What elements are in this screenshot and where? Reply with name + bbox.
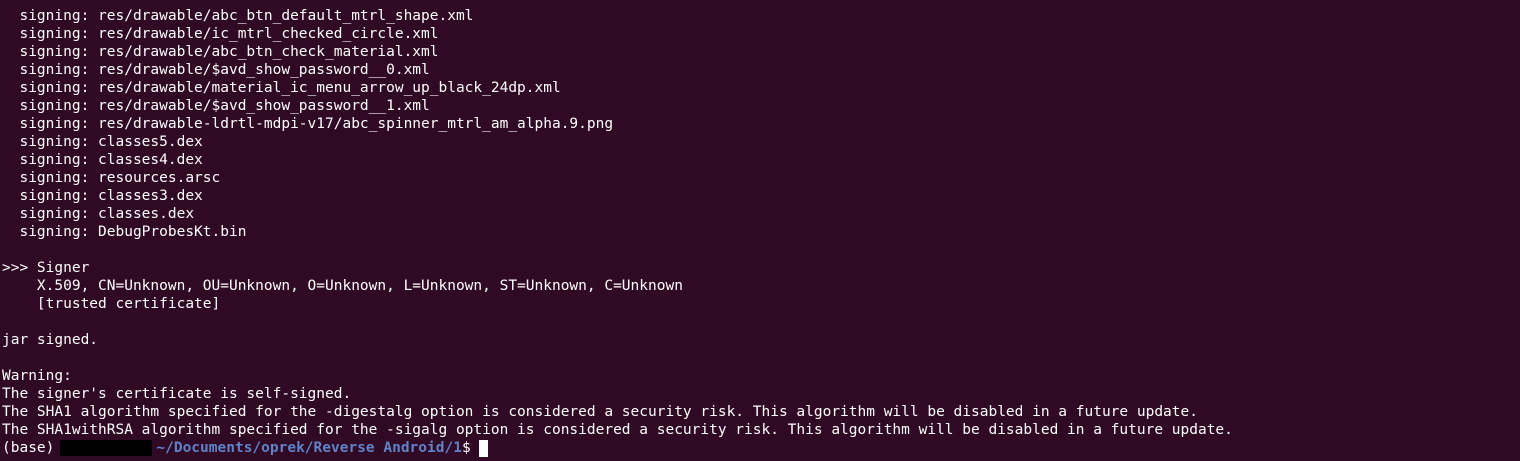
output-line: signing: classes.dex xyxy=(2,206,195,222)
output-line: signing: res/drawable/$avd_show_password… xyxy=(2,98,430,114)
output-line: The SHA1 algorithm specified for the -di… xyxy=(2,404,1198,420)
output-line: signing: DebugProbesKt.bin xyxy=(2,224,247,240)
shell-prompt[interactable]: (base) ~/Documents/oprek/Reverse Android/… xyxy=(2,439,1518,457)
terminal-output: signing: res/drawable/abc_btn_default_mt… xyxy=(2,7,1518,457)
output-line: [trusted certificate] xyxy=(2,296,221,312)
output-line: Warning: xyxy=(2,368,72,384)
output-line: signing: classes3.dex xyxy=(2,188,203,204)
output-line: signing: res/drawable/abc_btn_check_mate… xyxy=(2,44,439,60)
output-line: jar signed. xyxy=(2,332,99,348)
output-line: The SHA1withRSA algorithm specified for … xyxy=(2,422,1233,438)
conda-env-label: (base) xyxy=(2,440,55,456)
prompt-path: ~/Documents/oprek/Reverse Android/1 xyxy=(156,440,462,456)
output-line: signing: resources.arsc xyxy=(2,170,221,186)
output-line: signing: res/drawable/material_ic_menu_a… xyxy=(2,80,561,96)
output-line: signing: res/drawable/ic_mtrl_checked_ci… xyxy=(2,26,439,42)
output-line: signing: classes4.dex xyxy=(2,152,203,168)
prompt-symbol: $ xyxy=(461,440,471,456)
output-line: signing: classes5.dex xyxy=(2,134,203,150)
output-line: signing: res/drawable/abc_btn_default_mt… xyxy=(2,8,474,24)
redacted-username xyxy=(60,440,153,456)
terminal-window[interactable]: signing: res/drawable/abc_btn_default_mt… xyxy=(0,0,1520,461)
text-cursor xyxy=(478,439,488,457)
output-line: X.509, CN=Unknown, OU=Unknown, O=Unknown… xyxy=(2,278,683,294)
output-line: The signer's certificate is self-signed. xyxy=(2,386,352,402)
output-line: signing: res/drawable-ldrtl-mdpi-v17/abc… xyxy=(2,116,614,132)
output-line: >>> Signer xyxy=(2,260,90,276)
output-line: signing: res/drawable/$avd_show_password… xyxy=(2,62,430,78)
